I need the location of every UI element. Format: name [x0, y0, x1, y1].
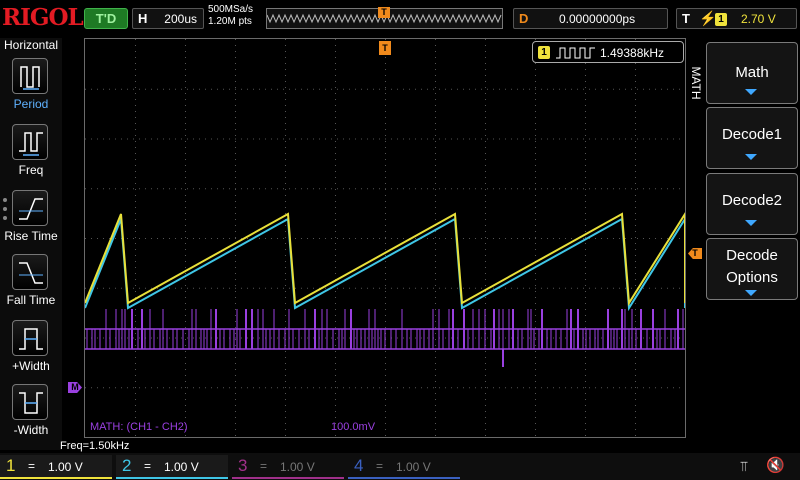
- trigger-source: 1: [715, 13, 727, 26]
- trigger-level-marker[interactable]: T: [688, 248, 702, 259]
- channel-number: 1: [6, 456, 16, 475]
- delay-value: 0.00000000ps: [559, 12, 636, 26]
- channel-number: 2: [122, 456, 132, 475]
- period-icon: [12, 58, 48, 94]
- rising-edge-icon: ⚡: [699, 10, 717, 26]
- channel-scale: 1.00 V: [164, 460, 199, 474]
- waveform-display[interactable]: T 1 1.49388kHz MATH: (CH1 - CH2) 100.0mV: [84, 38, 686, 438]
- channel-3-status[interactable]: 3 = 1.00 V: [232, 455, 344, 479]
- sample-rate: 500MSa/s: [208, 4, 254, 15]
- horizontal-delay[interactable]: D 0.00000000ps: [513, 8, 668, 29]
- channel-2-status[interactable]: 2 = 1.00 V: [116, 455, 228, 479]
- usb-icon: ⫪: [740, 458, 748, 474]
- ch2-waveform: [85, 217, 685, 312]
- neg-width-icon: [12, 384, 48, 420]
- measure-freq-button[interactable]: Freq: [0, 122, 62, 182]
- channel-scale: 1.00 V: [48, 460, 83, 474]
- math-menu-button[interactable]: Math: [706, 42, 798, 104]
- coupling-dc-icon: =: [260, 459, 268, 473]
- horizontal-label: H: [138, 11, 148, 26]
- decode2-menu-button[interactable]: Decode2: [706, 173, 798, 235]
- chevron-down-icon: [745, 89, 757, 95]
- channel-scale: 1.00 V: [280, 460, 315, 474]
- channel-bar: 1 = 1.00 V 2 = 1.00 V 3 = 1.00 V 4 = 1.0…: [0, 453, 800, 480]
- coupling-dc-icon: =: [376, 459, 384, 473]
- chevron-down-icon: [745, 290, 757, 296]
- acquisition-info: 500MSa/s 1.20M pts: [208, 4, 266, 28]
- decode-options-label-1: Decode: [726, 247, 778, 264]
- rise-time-icon: [12, 190, 48, 226]
- rise-time-label: Rise Time: [4, 229, 58, 243]
- measure-pos-width-button[interactable]: +Width: [0, 318, 62, 378]
- trigger-settings[interactable]: T ⚡ 1 2.70 V: [676, 8, 797, 29]
- decode-options-menu-button[interactable]: Decode Options: [706, 238, 798, 300]
- measurement-result: Freq=1.50kHz: [60, 440, 130, 452]
- freq-icon: [12, 124, 48, 160]
- decode-options-label-2: Options: [726, 269, 778, 286]
- horizontal-timebase[interactable]: H 200us: [132, 8, 204, 29]
- period-label: Period: [13, 97, 49, 111]
- rigol-logo: RIGOL: [2, 4, 84, 31]
- trigger-position-marker: T: [378, 7, 390, 18]
- waveform-canvas: [85, 39, 685, 436]
- channel-1-status[interactable]: 1 = 1.00 V: [0, 455, 112, 479]
- pos-width-label: +Width: [12, 359, 50, 373]
- sidebar-title: Horizontal: [3, 38, 59, 52]
- counter-value: 1.49388kHz: [600, 46, 665, 60]
- chevron-down-icon: [745, 220, 757, 226]
- math-scale: 100.0mV: [331, 421, 376, 433]
- coupling-dc-icon: =: [144, 459, 152, 473]
- math-source-label: MATH: (CH1 - CH2): [90, 421, 188, 433]
- speaker-mute-icon[interactable]: 🔇: [766, 456, 785, 474]
- fall-time-label: Fall Time: [6, 293, 56, 307]
- menu-tab: MATH: [687, 40, 705, 130]
- trigger-position-marker-screen: T: [379, 41, 391, 55]
- chevron-down-icon: [745, 154, 757, 160]
- channel-scale: 1.00 V: [396, 460, 431, 474]
- trigger-label: T: [682, 11, 690, 26]
- memory-depth: 1.20M pts: [208, 16, 252, 27]
- channel-number: 4: [354, 456, 364, 475]
- decode1-button-label: Decode1: [721, 126, 783, 143]
- freq-label: Freq: [18, 163, 44, 177]
- channel-4-status[interactable]: 4 = 1.00 V: [348, 455, 460, 479]
- math-button-label: Math: [735, 64, 769, 81]
- fall-time-icon: [12, 254, 48, 290]
- measure-rise-time-button[interactable]: Rise Time: [0, 188, 62, 248]
- frequency-counter: 1 1.49388kHz: [532, 41, 684, 63]
- delay-label: D: [519, 11, 529, 26]
- math-offset-marker[interactable]: M: [68, 382, 82, 393]
- channel-number: 3: [238, 456, 248, 475]
- counter-channel: 1: [538, 46, 550, 59]
- run-stop-status[interactable]: T'D: [84, 8, 128, 29]
- menu-tab-label: MATH: [689, 66, 703, 100]
- horizontal-measure-sidebar: Horizontal Period Freq Rise Time Fall Ti…: [0, 38, 62, 450]
- decode2-button-label: Decode2: [721, 192, 783, 209]
- measure-fall-time-button[interactable]: Fall Time: [0, 252, 62, 312]
- decode1-menu-button[interactable]: Decode1: [706, 107, 798, 169]
- trigger-level: 2.70 V: [741, 12, 776, 26]
- coupling-dc-icon: =: [28, 459, 36, 473]
- top-bar: RIGOL T'D H 200us 500MSa/s 1.20M pts T D…: [0, 0, 800, 38]
- neg-width-label: -Width: [13, 423, 49, 437]
- measure-period-button[interactable]: Period: [0, 56, 62, 116]
- pos-width-icon: [12, 320, 48, 356]
- timebase-value: 200us: [164, 12, 197, 26]
- measure-neg-width-button[interactable]: -Width: [0, 382, 62, 442]
- square-wave-icon: [556, 47, 595, 59]
